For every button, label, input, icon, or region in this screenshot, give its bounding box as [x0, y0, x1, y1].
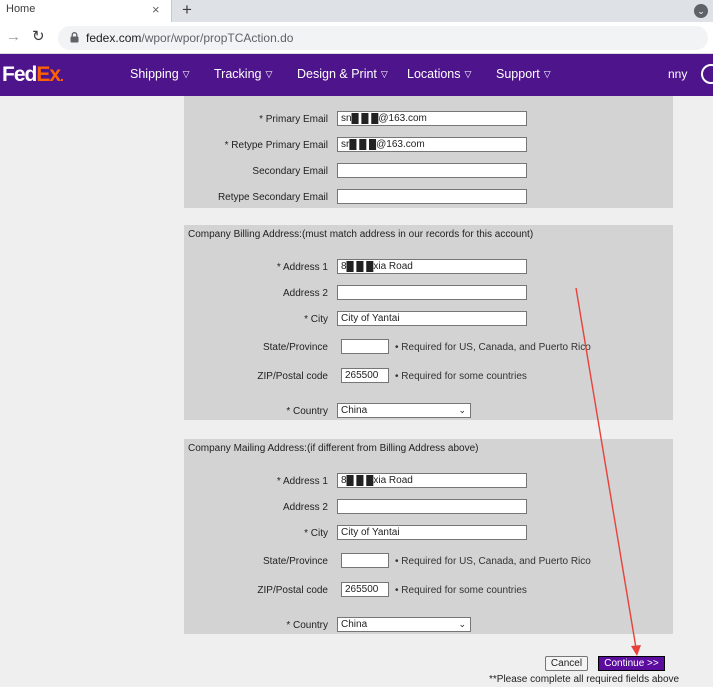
- billing-zip-note: • Required for some countries: [395, 371, 527, 382]
- mailing-country-value: China: [341, 619, 368, 630]
- reload-icon[interactable]: ↻: [32, 27, 45, 45]
- billing-city-input[interactable]: [337, 311, 527, 326]
- retype-primary-email-input[interactable]: [337, 137, 527, 152]
- tab-close-icon[interactable]: ×: [152, 2, 160, 17]
- mailing-zip-label: ZIP/Postal code: [257, 585, 328, 596]
- menu-design-print[interactable]: Design & Print ▽: [297, 67, 388, 81]
- mailing-zip-note: • Required for some countries: [395, 585, 527, 596]
- logo-dot: .: [60, 68, 64, 84]
- browser-tab[interactable]: Home ×: [0, 0, 172, 22]
- lock-icon: [70, 32, 79, 43]
- billing-country-value: China: [341, 405, 368, 416]
- back-icon[interactable]: →: [6, 28, 21, 45]
- url-text: fedex.com/wpor/wpor/propTCAction.do: [86, 31, 293, 45]
- billing-address2-label: Address 2: [282, 288, 328, 299]
- user-icon[interactable]: [701, 64, 713, 84]
- menu-label: Support: [496, 67, 540, 81]
- mailing-state-note: • Required for US, Canada, and Puerto Ri…: [395, 556, 591, 567]
- mailing-zip-input[interactable]: [341, 582, 389, 597]
- new-tab-button[interactable]: +: [182, 0, 192, 20]
- secondary-email-input[interactable]: [337, 163, 527, 178]
- mailing-address1-input[interactable]: [337, 473, 527, 488]
- logo-ex: Ex: [36, 63, 61, 86]
- mailing-section-title: Company Mailing Address:(if different fr…: [188, 443, 479, 454]
- required-fields-note: **Please complete all required fields ab…: [489, 674, 680, 685]
- logo-fed: Fed: [2, 63, 37, 86]
- mailing-address2-input[interactable]: [337, 499, 527, 514]
- menu-tracking[interactable]: Tracking ▽: [214, 67, 272, 81]
- primary-email-label: * Primary Email: [259, 114, 328, 125]
- cancel-button[interactable]: Cancel: [545, 656, 588, 671]
- tab-title: Home: [6, 3, 36, 15]
- billing-address1-label: * Address 1: [276, 262, 328, 273]
- billing-address2-input[interactable]: [337, 285, 527, 300]
- retype-secondary-email-input[interactable]: [337, 189, 527, 204]
- billing-state-note: • Required for US, Canada, and Puerto Ri…: [395, 342, 591, 353]
- continue-button[interactable]: Continue >>: [598, 656, 665, 671]
- retype-secondary-email-label: Retype Secondary Email: [217, 192, 328, 203]
- address-bar[interactable]: fedex.com/wpor/wpor/propTCAction.do: [58, 26, 708, 50]
- mailing-state-input[interactable]: [341, 553, 389, 568]
- billing-country-select[interactable]: China ⌄: [337, 403, 471, 418]
- mailing-state-label: State/Province: [262, 556, 328, 567]
- chevron-down-icon: ▽: [265, 69, 273, 79]
- billing-country-label: * Country: [286, 406, 328, 417]
- mailing-country-select[interactable]: China ⌄: [337, 617, 471, 632]
- menu-locations[interactable]: Locations ▽: [407, 67, 471, 81]
- chevron-down-icon: ⌄: [458, 619, 466, 629]
- billing-address1-input[interactable]: [337, 259, 527, 274]
- chevron-down-icon: ▽: [464, 69, 472, 79]
- menu-label: Design & Print: [297, 67, 377, 81]
- mailing-address1-label: * Address 1: [276, 476, 328, 487]
- url-host: fedex.com: [86, 31, 142, 45]
- chevron-down-icon: ▽: [182, 69, 190, 79]
- mailing-address2-label: Address 2: [282, 502, 328, 513]
- fedex-logo[interactable]: FedEx.: [2, 63, 64, 87]
- billing-zip-input[interactable]: [341, 368, 389, 383]
- menu-label: Tracking: [214, 67, 262, 81]
- chevron-down-icon: ▽: [380, 69, 388, 79]
- chevron-down-icon: ▽: [543, 69, 551, 79]
- billing-section-title: Company Billing Address:(must match addr…: [188, 229, 534, 240]
- primary-email-input[interactable]: [337, 111, 527, 126]
- user-name[interactable]: nny: [668, 67, 687, 81]
- billing-zip-label: ZIP/Postal code: [257, 371, 328, 382]
- menu-shipping[interactable]: Shipping ▽: [130, 67, 190, 81]
- mailing-city-input[interactable]: [337, 525, 527, 540]
- browser-toolbar: → ↻ fedex.com/wpor/wpor/propTCAction.do: [0, 22, 713, 54]
- chevron-down-icon: ⌄: [458, 405, 466, 415]
- billing-city-label: * City: [304, 314, 328, 325]
- site-header: FedEx. Shipping ▽ Tracking ▽ Design & Prin…: [0, 54, 713, 96]
- url-path: /wpor/wpor/propTCAction.do: [141, 31, 294, 45]
- browser-tab-bar: Home × + ⌄: [0, 0, 713, 22]
- billing-state-input[interactable]: [341, 339, 389, 354]
- menu-support[interactable]: Support ▽: [496, 67, 551, 81]
- retype-primary-email-label: * Retype Primary Email: [224, 140, 328, 151]
- billing-state-label: State/Province: [262, 342, 328, 353]
- chevron-down-icon[interactable]: ⌄: [694, 4, 708, 18]
- menu-label: Locations: [407, 67, 461, 81]
- menu-label: Shipping: [130, 67, 179, 81]
- mailing-city-label: * City: [304, 528, 328, 539]
- mailing-country-label: * Country: [286, 620, 328, 631]
- secondary-email-label: Secondary Email: [252, 166, 328, 177]
